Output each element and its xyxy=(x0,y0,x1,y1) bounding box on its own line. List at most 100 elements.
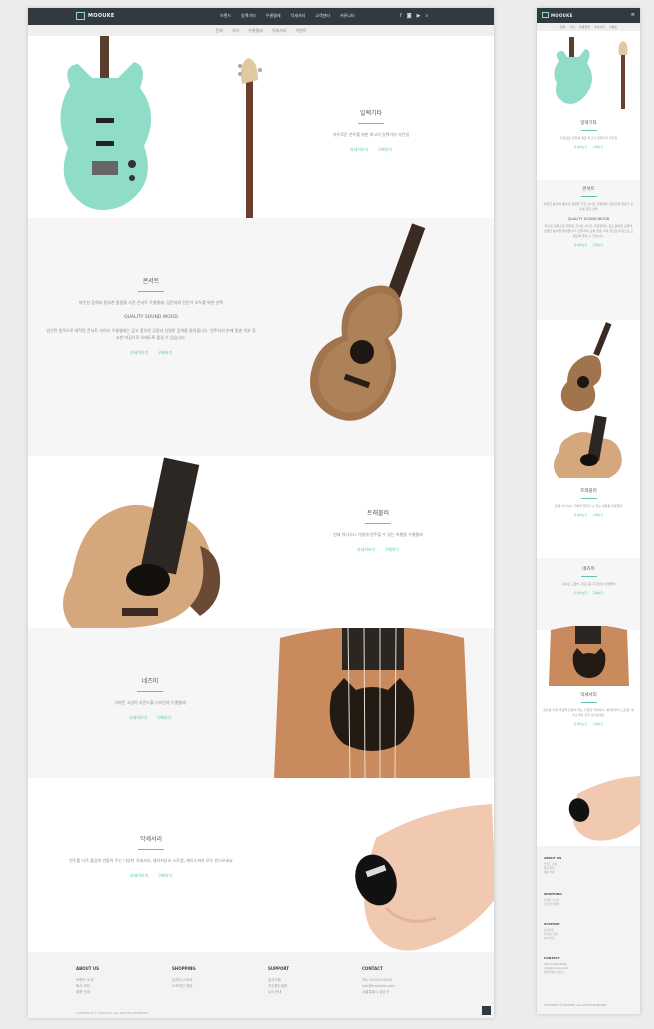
mobile-footer: ABOUT US 브랜드 소개 회사 위치 채용 안내 SHOPPING 온라인… xyxy=(537,846,640,1014)
subnav-item-guitar[interactable]: 기타 xyxy=(569,25,575,29)
section-subtitle: QUALITY SOUND WOOD xyxy=(567,217,610,221)
section-title: 트래블러 xyxy=(366,510,390,517)
nezumi-ukulele-image xyxy=(274,628,470,778)
buy-link[interactable]: 구매하기 xyxy=(592,591,603,595)
section-body: 엄선된 원목으로 제작된 콘서트 사이즈 우쿨렐레는 깊고 풍부한 공명과 선명… xyxy=(543,224,634,238)
detail-link[interactable]: 자세히보기 xyxy=(129,715,147,721)
section-title: 악세서리 xyxy=(139,836,163,843)
section-links: 자세히보기 구매하기 xyxy=(46,350,256,356)
subnav-item-event[interactable]: 이벤트 xyxy=(296,28,307,34)
subnav-item-ukulele[interactable]: 우쿨렐레 xyxy=(248,28,263,34)
youtube-icon[interactable]: ▶ xyxy=(417,13,421,19)
section-title: 네즈미 xyxy=(141,678,159,685)
mobile-logo[interactable]: MOOUKE xyxy=(542,12,573,18)
accessory-text-block: 악세서리 연주를 더욱 즐겁게 만들어 주는 다양한 악세서리, 쉐이커부터 스… xyxy=(46,834,256,879)
buy-link[interactable]: 구매하기 xyxy=(592,722,603,726)
title-divider xyxy=(137,691,163,692)
footer-column-contact: CONTACT TEL 02-000-0000 info@moouke.com … xyxy=(544,956,568,975)
detail-link[interactable]: 자세히보기 xyxy=(574,513,588,517)
copyright-text: COPYRIGHT © MOOUKE. ALL RIGHTS RESERVED. xyxy=(76,1011,150,1015)
instagram-icon[interactable]: ◙ xyxy=(407,13,412,19)
detail-link[interactable]: 자세히보기 xyxy=(574,243,588,247)
section-description: 언제 어디서나 가볍게 연주할 수 있는 여행용 우쿨렐레 xyxy=(333,532,423,537)
nav-item-ukulele[interactable]: 우쿨렐레 xyxy=(266,13,281,19)
buy-link[interactable]: 구매하기 xyxy=(384,547,399,553)
subnav-item-all[interactable]: 전체 xyxy=(560,25,566,29)
section-links: 자세히보기 구매하기 xyxy=(296,147,446,153)
detail-link[interactable]: 자세히보기 xyxy=(574,145,588,149)
subnav-item-guitar[interactable]: 기타 xyxy=(232,28,239,34)
footer-column-support: SUPPORT 공지사항 자주묻는질문 A/S 안내 xyxy=(544,922,560,941)
arrow-up-icon[interactable] xyxy=(482,1006,491,1015)
section-subtitle: QUALITY SOUND WOOD xyxy=(124,315,178,320)
footer-heading: SHOPPING xyxy=(544,892,562,896)
buy-link[interactable]: 구매하기 xyxy=(156,715,171,721)
footer-link[interactable]: 오프라인 매장 xyxy=(544,903,562,907)
section-description: 연주를 더욱 즐겁게 만들어 주는 다양한 악세서리, 쉐이커부터 스트랩, 케… xyxy=(69,858,233,863)
subnav-item-all[interactable]: 전체 xyxy=(215,28,222,34)
section-concert: 콘서트 따뜻한 음색과 풍부한 울림을 가진 콘서트 우쿨렐레, 입문자와 전문… xyxy=(28,218,494,456)
detail-link[interactable]: 자세히보기 xyxy=(574,591,588,595)
traveler-text-block: 트래블러 언제 어디서나 가볍게 연주할 수 있는 여행용 우쿨렐레 자세히보기… xyxy=(283,508,473,553)
footer-link[interactable]: A/S 안내 xyxy=(544,937,560,941)
section-links: 자세히보기 구매하기 xyxy=(537,591,640,595)
footer-link[interactable]: 오프라인 매장 xyxy=(172,983,196,989)
section-title: 네즈미 xyxy=(582,567,595,572)
footer-link[interactable]: 채용 안내 xyxy=(76,989,99,995)
footer-link[interactable]: A/S 안내 xyxy=(268,989,289,995)
footer: ABOUT US 브랜드 소개 회사 위치 채용 안내 SHOPPING 온라인… xyxy=(28,952,494,1018)
logo[interactable]: MOOUKE xyxy=(76,12,115,20)
facebook-icon[interactable]: f xyxy=(400,13,402,19)
logo-mark-icon xyxy=(542,12,549,18)
title-divider xyxy=(580,196,597,197)
buy-link[interactable]: 구매하기 xyxy=(377,147,392,153)
footer-link[interactable]: 채용 안내 xyxy=(544,871,561,875)
section-links: 자세히보기 구매하기 xyxy=(60,715,240,721)
section-description: 언제 어디서나 가볍게 연주할 수 있는 여행용 우쿨렐레 xyxy=(554,504,623,508)
social-links: f ◙ ▶ ⌕ xyxy=(400,13,428,19)
buy-link[interactable]: 구매하기 xyxy=(157,873,172,879)
mobile-nezumi-block: 네즈미 귀여운 고양이 사운드홀 디자인의 우쿨렐레 자세히보기 구매하기 xyxy=(537,558,640,630)
title-divider xyxy=(580,576,597,577)
subnav-item-event[interactable]: 이벤트 xyxy=(609,25,617,29)
buy-link[interactable]: 구매하기 xyxy=(592,513,603,517)
concert-ukulele-image xyxy=(310,223,426,421)
copyright-text: COPYRIGHT © MOOUKE. ALL RIGHTS RESERVED. xyxy=(544,1004,608,1007)
detail-link[interactable]: 자세히보기 xyxy=(574,722,588,726)
nav-item-electric[interactable]: 일렉기타 xyxy=(241,13,256,19)
main-nav: 브랜드 일렉기타 우쿨렐레 악세서리 고객센터 커뮤니티 xyxy=(220,13,355,19)
desktop-preview: MOOUKE 브랜드 일렉기타 우쿨렐레 악세서리 고객센터 커뮤니티 f ◙ … xyxy=(28,8,494,1018)
nav-item-support[interactable]: 고객센터 xyxy=(315,13,330,19)
nav-item-accessory[interactable]: 악세서리 xyxy=(291,13,306,19)
title-divider xyxy=(358,123,384,124)
detail-link[interactable]: 자세히보기 xyxy=(130,350,148,356)
footer-contact-line: 서울특별시 강남구 xyxy=(362,990,389,994)
section-accessory: 악세서리 연주를 더욱 즐겁게 만들어 주는 다양한 악세서리, 쉐이커부터 스… xyxy=(28,778,494,952)
subnav-item-accessory[interactable]: 악세사리 xyxy=(272,28,287,34)
title-divider xyxy=(580,498,597,499)
nezumi-text-block: 네즈미 귀여운 고양이 사운드홀 디자인의 우쿨렐레 자세히보기 구매하기 xyxy=(60,676,240,721)
detail-link[interactable]: 자세히보기 xyxy=(350,147,368,153)
footer-heading: CONTACT xyxy=(362,966,383,971)
footer-column-shopping: SHOPPING 온라인 스토어 오프라인 매장 xyxy=(544,892,562,907)
section-description: 귀여운 고양이 사운드홀 디자인의 우쿨렐레 xyxy=(561,582,616,586)
buy-link[interactable]: 구매하기 xyxy=(592,243,603,247)
section-title: 콘서트 xyxy=(582,187,595,192)
search-icon[interactable]: ⌕ xyxy=(425,13,428,19)
nav-item-brand[interactable]: 브랜드 xyxy=(220,13,231,19)
buy-link[interactable]: 구매하기 xyxy=(157,350,172,356)
subnav-item-accessory[interactable]: 악세사리 xyxy=(594,25,605,29)
footer-heading: CONTACT xyxy=(544,956,560,960)
section-links: 자세히보기 구매하기 xyxy=(537,722,640,726)
detail-link[interactable]: 자세히보기 xyxy=(130,873,148,879)
detail-link[interactable]: 자세히보기 xyxy=(357,547,375,553)
footer-heading: SUPPORT xyxy=(268,966,290,971)
logo-text: MOOUKE xyxy=(88,13,115,19)
mobile-traveler-block: 트래블러 언제 어디서나 가볍게 연주할 수 있는 여행용 우쿨렐레 자세히보기… xyxy=(537,488,640,517)
nav-item-community[interactable]: 커뮤니티 xyxy=(340,13,355,19)
subnav-item-ukulele[interactable]: 우쿨렐레 xyxy=(579,25,590,29)
category-subnav: 전체 기타 우쿨렐레 악세사리 이벤트 xyxy=(28,25,494,36)
concert-text-block: 콘서트 따뜻한 음색과 풍부한 울림을 가진 콘서트 우쿨렐레, 입문자와 전문… xyxy=(46,276,256,356)
buy-link[interactable]: 구매하기 xyxy=(592,145,603,149)
menu-icon[interactable]: ≡ xyxy=(631,13,635,18)
